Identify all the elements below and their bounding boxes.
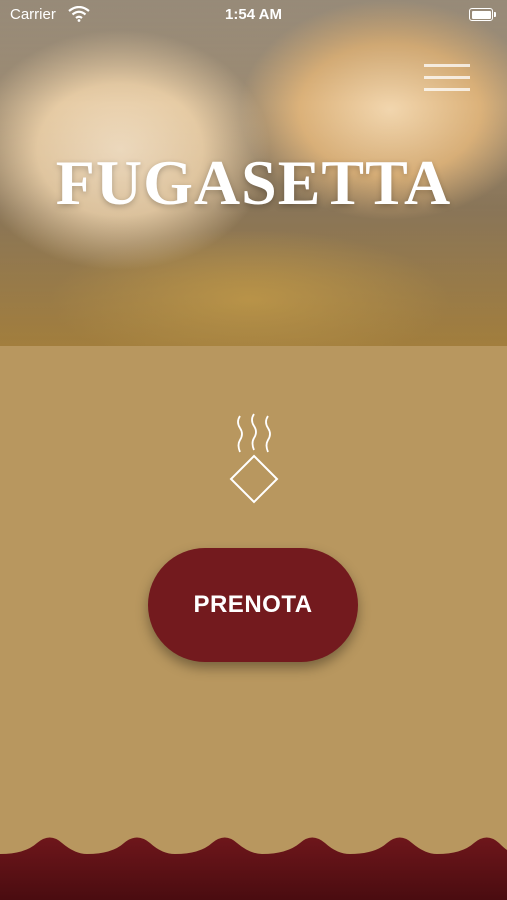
steaming-diamond-icon <box>229 413 279 504</box>
clock: 1:54 AM <box>225 6 282 23</box>
book-button[interactable]: PRENOTA <box>148 548 358 662</box>
app-title: FUGASETTA <box>55 147 452 218</box>
battery-icon <box>469 8 496 21</box>
status-bar: Carrier 1:54 AM <box>0 0 507 30</box>
hamburger-menu-icon[interactable] <box>424 60 470 96</box>
footer-wave <box>0 837 507 900</box>
